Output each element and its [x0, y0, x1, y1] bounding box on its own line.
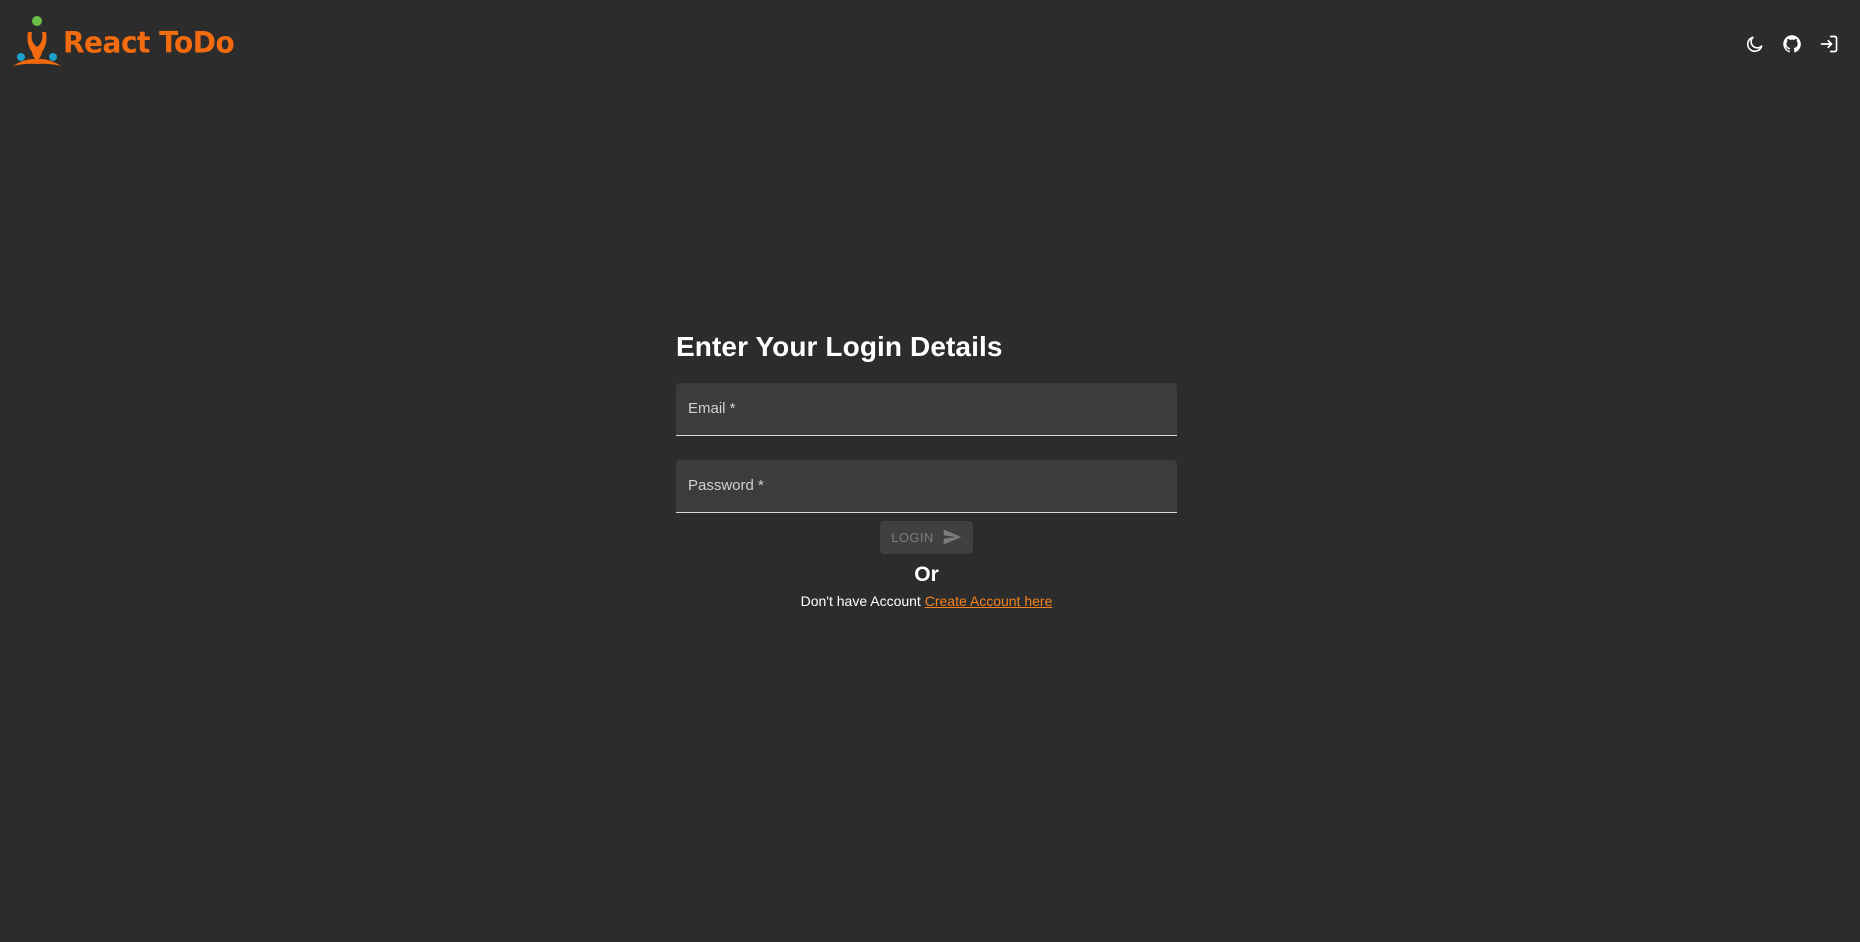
- app-logo[interactable]: React ToDo: [11, 14, 235, 72]
- theme-toggle-button[interactable]: [1741, 30, 1768, 57]
- send-icon: [943, 529, 961, 545]
- login-icon: [1820, 35, 1837, 52]
- login-button-label: LOGIN: [891, 529, 934, 545]
- login-form: Enter Your Login Details Email * Passwor…: [676, 330, 1177, 609]
- or-divider-text: Or: [914, 562, 939, 586]
- github-button[interactable]: [1778, 30, 1805, 57]
- logo-figure-icon: [13, 16, 61, 66]
- page-title: Enter Your Login Details: [676, 331, 1003, 362]
- login-button[interactable]: LOGIN: [880, 520, 973, 554]
- app-logo-text: React ToDo: [63, 24, 235, 60]
- header-actions: [1741, 30, 1842, 57]
- login-button-row: LOGIN: [676, 520, 1177, 554]
- email-input[interactable]: [676, 382, 1177, 435]
- app-header: React ToDo: [0, 0, 1860, 92]
- moon-icon: [1746, 36, 1762, 52]
- create-account-link[interactable]: Create Account here: [925, 593, 1053, 609]
- email-field[interactable]: Email *: [676, 382, 1177, 436]
- login-nav-button[interactable]: [1815, 30, 1842, 57]
- password-field[interactable]: Password *: [676, 459, 1177, 513]
- signup-prompt-text: Don't have Account: [800, 592, 921, 609]
- signup-prompt: Don't have Account Create Account here: [676, 593, 1177, 609]
- password-input[interactable]: [676, 459, 1177, 512]
- github-icon: [1782, 34, 1801, 52]
